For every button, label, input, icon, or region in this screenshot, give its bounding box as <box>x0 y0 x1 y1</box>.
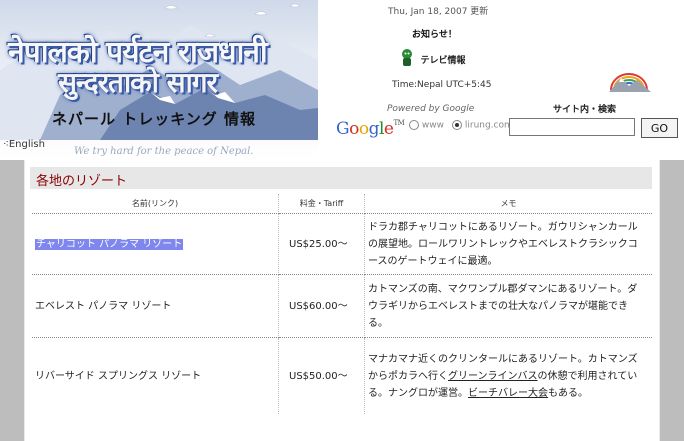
google-logo: GoogleTM <box>336 119 405 139</box>
go-button[interactable]: GO <box>641 118 678 138</box>
resort-memo: マナカマナ近くのクリンタールにあるリゾート。カトマンズからポカラへ行くグリーンラ… <box>365 338 653 415</box>
search-input[interactable] <box>509 118 635 136</box>
green-line-bus-link[interactable]: グリーンラインバス <box>448 371 538 382</box>
table-row: チャリコット パノラマ リゾート US$25.00～ ドラカ郡チャリコットにある… <box>32 213 652 275</box>
resort-memo: カトマンズの南、マクワンプル郡ダマンにあるリゾート。ダウラギリからエベレストまで… <box>364 274 652 338</box>
section-title: 各地のリゾート <box>36 174 128 189</box>
section-title-bar: 各地のリゾート <box>30 167 652 189</box>
resort-price: US$50.00～ <box>278 337 365 414</box>
banner-title: ネパール トレッキング 情報 <box>52 110 256 128</box>
tv-info-label: テレビ情報 <box>420 56 466 66</box>
resort-name-cell: チャリコット パノラマ リゾート <box>32 213 279 275</box>
main-content: 各地のリゾート 名前(リンク) 料金・Tariff メモ チャリコット パノラマ… <box>0 160 684 441</box>
banner-image: नेपालको पर्यटन राजधानी सुन्दरताको सागर ネ… <box>0 0 318 160</box>
header-tariff: 料金・Tariff <box>278 194 365 214</box>
resort-name-cell: リバーサイド スプリングス リゾート <box>32 337 279 414</box>
table-row: エベレスト パノラマ リゾート US$60.00～ カトマンズの南、マクワンプル… <box>32 274 652 338</box>
banner-nepali-line2: सुन्दरताको सागर <box>58 66 218 99</box>
radio-lirung[interactable]: lirung.com <box>452 120 513 131</box>
resort-link[interactable]: チャリコット パノラマ リゾート <box>35 238 184 250</box>
resort-link[interactable]: リバーサイド スプリングス リゾート <box>35 371 201 382</box>
radio-circle-selected-icon <box>452 120 462 130</box>
tv-info-link[interactable]: テレビ情報 <box>400 48 466 68</box>
content-panel: 各地のリゾート 名前(リンク) 料金・Tariff メモ チャリコット パノラマ… <box>24 160 660 441</box>
table-header-row: 名前(リンク) 料金・Tariff メモ <box>32 194 652 214</box>
powered-by-google: Powered by Google <box>387 104 475 114</box>
english-link-label: English <box>8 139 45 150</box>
weather-icon[interactable] <box>607 70 653 94</box>
site-header: नेपालको पर्यटन राजधानी सुन्दरताको सागर ネ… <box>0 0 684 160</box>
resort-price: US$25.00～ <box>278 213 365 275</box>
radio-lirung-label: lirung.com <box>464 120 513 131</box>
tv-character-icon <box>402 49 412 66</box>
resort-price: US$60.00～ <box>278 274 365 338</box>
site-search-label: サイト内・検索 <box>553 105 617 115</box>
resort-memo: ドラカ郡チャリコットにあるリゾート。ガウリシャンカールの展望地。ロールワリントレ… <box>364 213 652 275</box>
resort-link[interactable]: エベレスト パノラマ リゾート <box>35 301 171 312</box>
nepal-time: Time:Nepal UTC+5:45 <box>392 80 492 90</box>
radio-www[interactable]: www <box>409 120 444 131</box>
table-row: リバーサイド スプリングス リゾート US$50.00～ マナカマナ近くのクリン… <box>32 337 653 415</box>
header-name: 名前(リンク) <box>32 194 279 214</box>
radio-www-label: www <box>421 120 444 131</box>
resorts-table: 名前(リンク) 料金・Tariff メモ チャリコット パノラマ リゾート US… <box>32 194 652 414</box>
english-link[interactable]: ⁖English <box>3 139 45 150</box>
resort-name-cell: エベレスト パノラマ リゾート <box>32 274 279 338</box>
header-memo: メモ <box>364 194 652 214</box>
banner-tagline: We try hard for the peace of Nepal. <box>74 146 254 157</box>
updated-date: Thu, Jan 18, 2007 更新 <box>388 7 489 17</box>
notice-link[interactable]: お知らせ！ <box>412 27 457 40</box>
memo-text: もある。 <box>548 387 588 399</box>
beach-volley-link[interactable]: ビーチバレー大会 <box>468 388 548 399</box>
radio-circle-icon <box>409 120 419 130</box>
